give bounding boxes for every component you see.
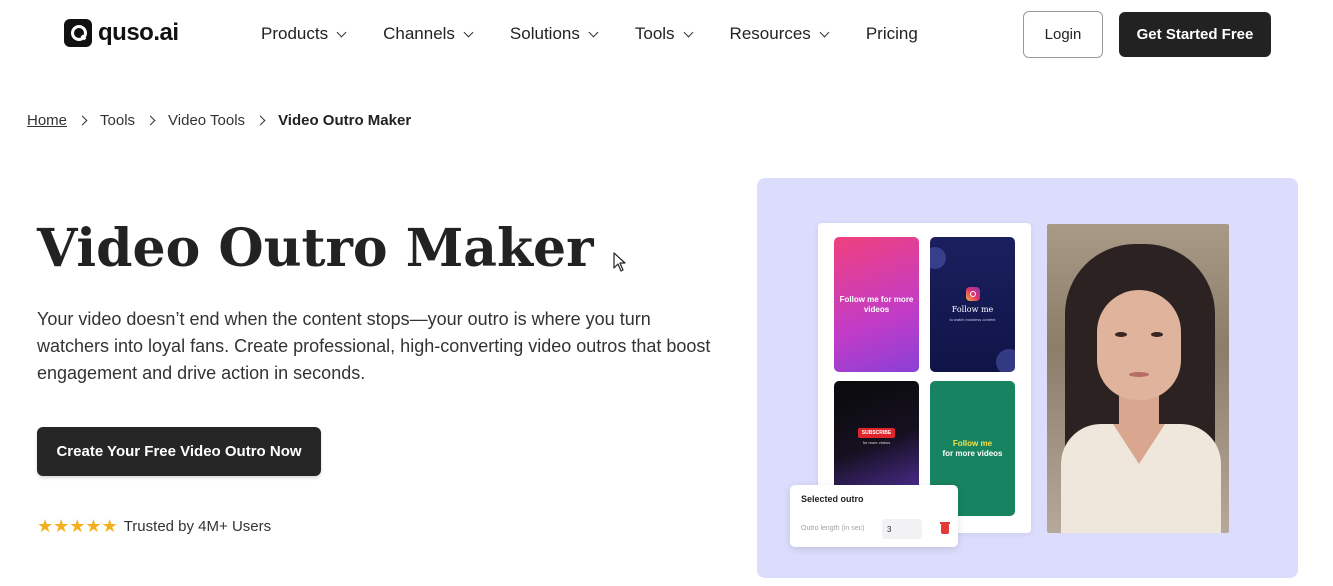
breadcrumb: Home Tools Video Tools Video Outro Maker [27, 112, 411, 129]
chevron-right-icon [77, 115, 88, 126]
photo-lips [1129, 372, 1149, 377]
create-outro-button[interactable]: Create Your Free Video Outro Now [37, 427, 321, 476]
main-nav: Products Channels Solutions Tools Resour… [261, 24, 918, 44]
star-icon: ★ [101, 516, 118, 536]
photo-face [1097, 290, 1181, 400]
logo[interactable]: quso.ai [64, 19, 179, 47]
tile-text: Follow me [951, 305, 994, 314]
tile-subtext: for more videos [862, 439, 891, 445]
trash-icon[interactable] [940, 522, 950, 534]
site-header: quso.ai Products Channels Solutions Tool… [0, 0, 1333, 70]
outro-template-tile[interactable]: Follow me for more videos [834, 237, 919, 372]
decor-bubble [930, 247, 946, 269]
logo-text: quso.ai [98, 19, 179, 46]
selected-outro-title: Selected outro [801, 494, 864, 504]
photo-eye [1151, 332, 1163, 337]
chevron-right-icon [145, 115, 156, 126]
breadcrumb-tools[interactable]: Tools [100, 112, 135, 129]
trust-badge: ★ ★ ★ ★ ★ Trusted by 4M+ Users [37, 517, 271, 535]
outro-preview-illustration: Follow me for more videos Follow me to w… [757, 178, 1298, 578]
tile-highlight: Follow me [952, 438, 993, 448]
subscribe-badge: SUBSCRIBE [857, 427, 896, 438]
star-icon: ★ [37, 516, 54, 536]
breadcrumb-video-tools[interactable]: Video Tools [168, 112, 245, 129]
tile-text: Follow me for more videos [942, 439, 1002, 459]
nav-solutions[interactable]: Solutions [509, 24, 599, 44]
trust-text: Trusted by 4M+ Users [123, 517, 272, 535]
nav-products-label: Products [261, 24, 329, 43]
nav-products[interactable]: Products [261, 24, 347, 44]
chevron-down-icon [336, 27, 347, 37]
get-started-button[interactable]: Get Started Free [1119, 12, 1271, 57]
tile-text-rest: for more videos [942, 448, 1003, 458]
decor-bubble [996, 349, 1015, 372]
page-title: Video Outro Maker [37, 218, 594, 279]
chevron-down-icon [463, 27, 474, 37]
tile-subtext: to watch business content [949, 317, 996, 322]
breadcrumb-home[interactable]: Home [27, 112, 67, 129]
outro-length-input[interactable]: 3 [882, 519, 922, 539]
hero-description: Your video doesn’t end when the content … [37, 309, 711, 383]
nav-pricing[interactable]: Pricing [866, 24, 918, 44]
nav-tools-label: Tools [634, 24, 675, 43]
nav-pricing-label: Pricing [865, 24, 918, 43]
selected-outro-card: Selected outro Outro length (in sec) 3 [790, 485, 958, 547]
rating-stars: ★ ★ ★ ★ ★ [37, 517, 118, 535]
outro-template-tile[interactable]: Follow me to watch business content [930, 237, 1015, 372]
nav-tools[interactable]: Tools [634, 24, 693, 44]
tile-text: Follow me for more videos [839, 294, 914, 314]
outro-template-tile[interactable]: SUBSCRIBE for more videos [834, 381, 919, 491]
instagram-icon [965, 287, 980, 301]
chevron-down-icon [819, 27, 830, 37]
mouse-cursor-icon [613, 252, 626, 272]
login-button[interactable]: Login [1023, 11, 1103, 58]
photo-eye [1115, 332, 1127, 337]
logo-icon [64, 19, 92, 47]
nav-solutions-label: Solutions [509, 24, 580, 43]
star-icon: ★ [69, 516, 86, 536]
outro-length-label: Outro length (in sec) [801, 525, 865, 532]
nav-resources[interactable]: Resources [729, 24, 830, 44]
nav-channels[interactable]: Channels [383, 24, 474, 44]
nav-channels-label: Channels [383, 24, 455, 43]
chevron-down-icon [588, 27, 599, 37]
breadcrumb-current: Video Outro Maker [278, 112, 412, 129]
star-icon: ★ [85, 516, 102, 536]
nav-resources-label: Resources [729, 24, 811, 43]
chevron-right-icon [255, 115, 266, 126]
star-icon: ★ [53, 516, 70, 536]
chevron-down-icon [683, 27, 693, 37]
presenter-photo [1047, 224, 1229, 533]
